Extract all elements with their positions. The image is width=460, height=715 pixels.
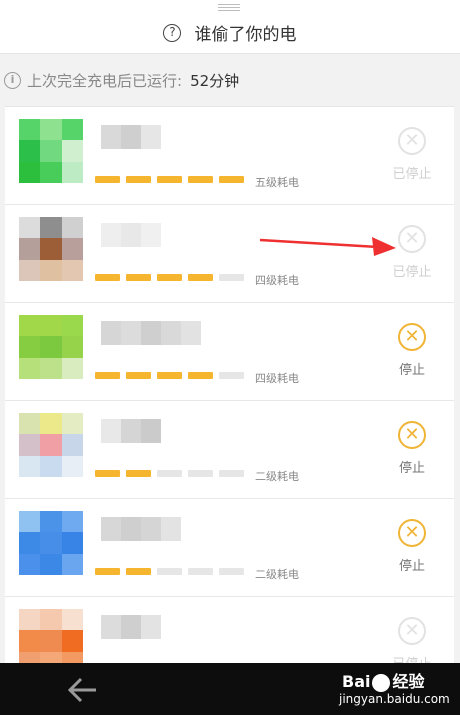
consumption-segment <box>219 274 244 281</box>
consumption-segment <box>219 176 244 183</box>
page-title: 谁偷了你的电 <box>194 25 297 45</box>
app-list: 五级耗电✕已停止四级耗电✕已停止四级耗电✕停止二级耗电✕停止二级耗电✕停止✕已停… <box>5 106 454 694</box>
consumption-segment <box>219 470 244 477</box>
stop-label: 已停止 <box>392 167 432 182</box>
consumption-segment <box>95 274 120 281</box>
consumption-segment <box>188 470 213 477</box>
consumption-segment <box>95 372 120 379</box>
consumption-segment <box>126 274 151 281</box>
question-circle-icon[interactable]: ? <box>163 23 182 42</box>
consumption-segment <box>188 274 213 281</box>
consumption-segment <box>157 274 182 281</box>
consumption-level-label: 二级耗电 <box>255 470 299 483</box>
consumption-segment <box>126 372 151 379</box>
watermark-url: jingyan.baidu.com <box>339 692 450 706</box>
app-icon[interactable] <box>19 119 83 183</box>
app-name-blurred <box>101 419 161 443</box>
consumption-segment <box>157 568 182 575</box>
title-row: ? 谁偷了你的电 <box>0 20 460 45</box>
app-name-blurred <box>101 125 161 149</box>
consumption-segment <box>219 568 244 575</box>
consumption-segment <box>126 568 151 575</box>
consumption-bar <box>95 372 250 379</box>
consumption-segment <box>157 176 182 183</box>
stopped-button[interactable]: ✕ 已停止 <box>387 127 437 182</box>
stop-button[interactable]: ✕ 停止 <box>387 323 437 378</box>
drag-handle[interactable] <box>218 4 240 12</box>
consumption-segment <box>188 372 213 379</box>
app-icon[interactable] <box>19 315 83 379</box>
close-circle-icon: ✕ <box>398 225 426 253</box>
app-row[interactable]: 五级耗电 ✕ 已停止 <box>5 106 454 204</box>
app-icon[interactable] <box>19 217 83 281</box>
app-row[interactable]: 四级耗电 ✕ 停止 <box>5 302 454 400</box>
close-circle-icon: ✕ <box>398 519 426 547</box>
consumption-bar <box>95 568 250 575</box>
consumption-segment <box>95 470 120 477</box>
paw-logo-icon <box>372 673 391 692</box>
consumption-level-label: 四级耗电 <box>255 274 299 287</box>
header: ? 谁偷了你的电 <box>0 0 460 54</box>
stop-label: 停止 <box>398 363 425 378</box>
consumption-segment <box>157 372 182 379</box>
battery-usage-screen: ? 谁偷了你的电 i 上次完全充电后已运行: 52分钟 五级耗电 ✕ 已停止四级耗电… <box>0 0 460 715</box>
runtime-label: 上次完全充电后已运行: <box>27 71 183 90</box>
app-name-blurred <box>101 615 161 639</box>
consumption-segment <box>188 568 213 575</box>
app-icon[interactable] <box>19 413 83 477</box>
consumption-bar <box>95 274 250 281</box>
consumption-segment <box>95 568 120 575</box>
stop-label: 停止 <box>398 559 425 574</box>
app-name-blurred <box>101 517 181 541</box>
consumption-segment <box>157 470 182 477</box>
app-name-blurred <box>101 223 161 247</box>
app-name-blurred <box>101 321 201 345</box>
info-circle-icon: i <box>4 71 21 89</box>
stop-button[interactable]: ✕ 停止 <box>387 519 437 574</box>
close-circle-icon: ✕ <box>398 421 426 449</box>
consumption-level-label: 四级耗电 <box>255 372 299 385</box>
app-row[interactable]: 二级耗电 ✕ 停止 <box>5 400 454 498</box>
runtime-row: i 上次完全充电后已运行: 52分钟 <box>4 66 239 94</box>
app-row[interactable]: 二级耗电 ✕ 停止 <box>5 498 454 596</box>
consumption-bar <box>95 176 250 183</box>
close-circle-icon: ✕ <box>398 127 426 155</box>
consumption-segment <box>126 176 151 183</box>
consumption-level-label: 五级耗电 <box>255 176 299 189</box>
consumption-segment <box>219 372 244 379</box>
app-icon[interactable] <box>19 511 83 575</box>
consumption-segment <box>188 176 213 183</box>
close-circle-icon: ✕ <box>398 323 426 351</box>
annotation-arrow <box>259 237 396 256</box>
close-circle-icon: ✕ <box>398 617 426 645</box>
consumption-segment <box>126 470 151 477</box>
consumption-bar <box>95 470 250 477</box>
stop-label: 停止 <box>398 461 425 476</box>
consumption-segment <box>95 176 120 183</box>
stop-label: 已停止 <box>392 265 432 280</box>
watermark-brand: Bai 经验 <box>342 672 425 692</box>
runtime-value: 52分钟 <box>190 71 240 90</box>
stop-button[interactable]: ✕ 停止 <box>387 421 437 476</box>
consumption-level-label: 二级耗电 <box>255 568 299 581</box>
back-arrow-icon[interactable] <box>66 673 100 707</box>
